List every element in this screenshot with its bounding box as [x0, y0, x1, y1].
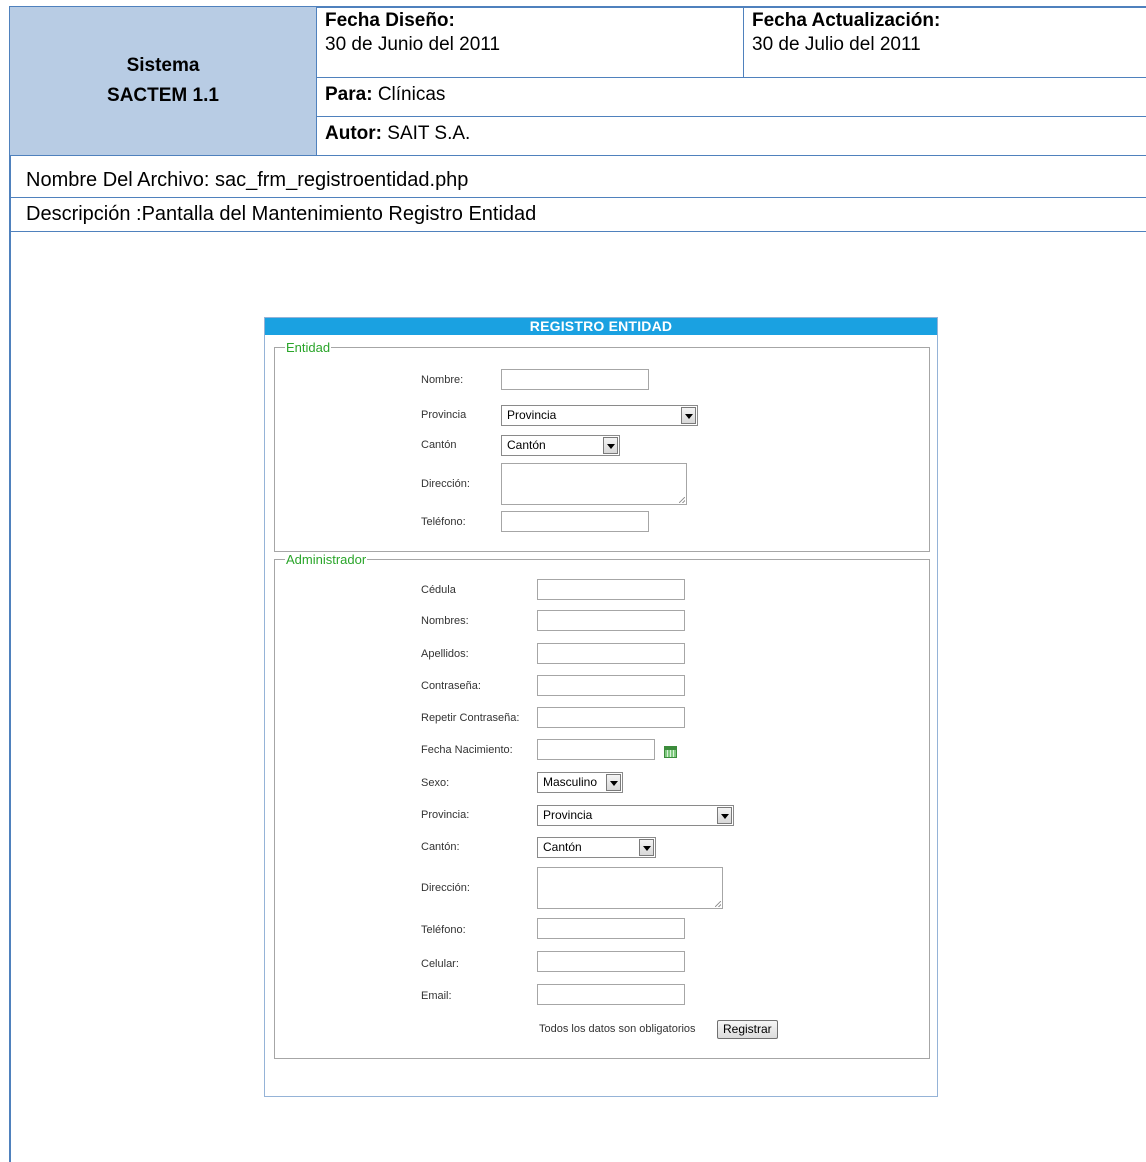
entidad-telefono-label: Teléfono:: [421, 516, 466, 528]
entidad-canton-label: Cantón: [421, 439, 457, 451]
admin-apellidos-input[interactable]: [537, 643, 685, 664]
chevron-down-icon: [717, 807, 732, 824]
for-value: Clínicas: [377, 84, 446, 105]
admin-direccion-textarea[interactable]: [537, 867, 723, 909]
admin-email-label: Email:: [421, 990, 452, 1002]
admin-fecha-nacimiento-label: Fecha Nacimiento:: [421, 744, 513, 756]
update-date-label: Fecha Actualización:: [752, 10, 941, 31]
admin-canton-label: Cantón:: [421, 841, 460, 853]
design-date-value: 30 de Junio del 2011: [325, 34, 501, 55]
administrador-legend: Administrador: [286, 552, 367, 567]
entidad-canton-select[interactable]: Cantón: [501, 435, 620, 456]
admin-fecha-nacimiento-input[interactable]: [537, 739, 655, 760]
registrar-button[interactable]: Registrar: [717, 1020, 778, 1039]
author-label: Autor:: [325, 123, 382, 144]
admin-sexo-label: Sexo:: [421, 777, 450, 789]
design-date-label: Fecha Diseño:: [325, 10, 455, 31]
required-note: Todos los datos son obligatorios: [539, 1023, 696, 1035]
system-version: SACTEM 1.1: [107, 85, 219, 106]
admin-sexo-value: Masculino: [543, 775, 598, 789]
admin-contrasena-input[interactable]: [537, 675, 685, 696]
admin-direccion-label: Dirección:: [421, 882, 470, 894]
design-date-cell: Fecha Diseño: 30 de Junio del 2011: [316, 6, 744, 78]
admin-cedula-input[interactable]: [537, 579, 685, 600]
system-name: Sistema: [126, 55, 200, 76]
admin-cedula-label: Cédula: [421, 584, 456, 596]
entidad-direccion-label: Dirección:: [421, 478, 470, 490]
update-date-cell: Fecha Actualización: 30 de Julio del 201…: [743, 6, 1146, 78]
admin-email-input[interactable]: [537, 984, 685, 1005]
entidad-direccion-textarea[interactable]: [501, 463, 687, 505]
admin-provincia-label: Provincia:: [421, 809, 470, 821]
chevron-down-icon: [606, 774, 621, 791]
file-name-row: Nombre Del Archivo: sac_frm_registroenti…: [9, 164, 1146, 198]
admin-provincia-value: Provincia: [543, 808, 593, 822]
author-cell: Autor: SAIT S.A.: [316, 116, 1146, 156]
admin-repetir-contrasena-label: Repetir Contraseña:: [421, 712, 520, 724]
author-value: SAIT S.A.: [387, 123, 471, 144]
form-title: REGISTRO ENTIDAD: [265, 318, 937, 335]
admin-nombres-label: Nombres:: [421, 615, 469, 627]
entidad-provincia-value: Provincia: [507, 408, 557, 422]
entidad-telefono-input[interactable]: [501, 511, 649, 532]
admin-canton-value: Cantón: [543, 840, 582, 854]
admin-telefono-input[interactable]: [537, 918, 685, 939]
admin-repetir-contrasena-input[interactable]: [537, 707, 685, 728]
chevron-down-icon: [603, 437, 618, 454]
admin-telefono-label: Teléfono:: [421, 924, 466, 936]
system-cell: Sistema SACTEM 1.1: [9, 6, 317, 156]
admin-apellidos-label: Apellidos:: [421, 648, 469, 660]
chevron-down-icon: [639, 839, 654, 856]
registro-entidad-form: REGISTRO ENTIDAD Entidad Nombre: Provinc…: [264, 317, 938, 1097]
entidad-provincia-label: Provincia: [421, 409, 467, 421]
admin-celular-label: Celular:: [421, 958, 459, 970]
admin-nombres-input[interactable]: [537, 610, 685, 631]
entidad-canton-value: Cantón: [507, 438, 546, 452]
for-cell: Para: Clínicas: [316, 77, 1146, 117]
entidad-nombre-input[interactable]: [501, 369, 649, 390]
admin-contrasena-label: Contraseña:: [421, 680, 481, 692]
header-table: Sistema SACTEM 1.1 Fecha Diseño: 30 de J…: [9, 6, 1146, 156]
admin-provincia-select[interactable]: Provincia: [537, 805, 734, 826]
description-row: Descripción :Pantalla del Mantenimiento …: [9, 198, 1146, 232]
update-date-value: 30 de Julio del 2011: [752, 34, 921, 55]
entidad-nombre-label: Nombre:: [421, 374, 464, 386]
admin-canton-select[interactable]: Cantón: [537, 837, 656, 858]
entidad-provincia-select[interactable]: Provincia: [501, 405, 698, 426]
admin-celular-input[interactable]: [537, 951, 685, 972]
chevron-down-icon: [681, 407, 696, 424]
for-label: Para:: [325, 84, 373, 105]
admin-sexo-select[interactable]: Masculino: [537, 772, 623, 793]
calendar-icon[interactable]: [664, 746, 677, 758]
entidad-legend: Entidad: [286, 340, 331, 355]
